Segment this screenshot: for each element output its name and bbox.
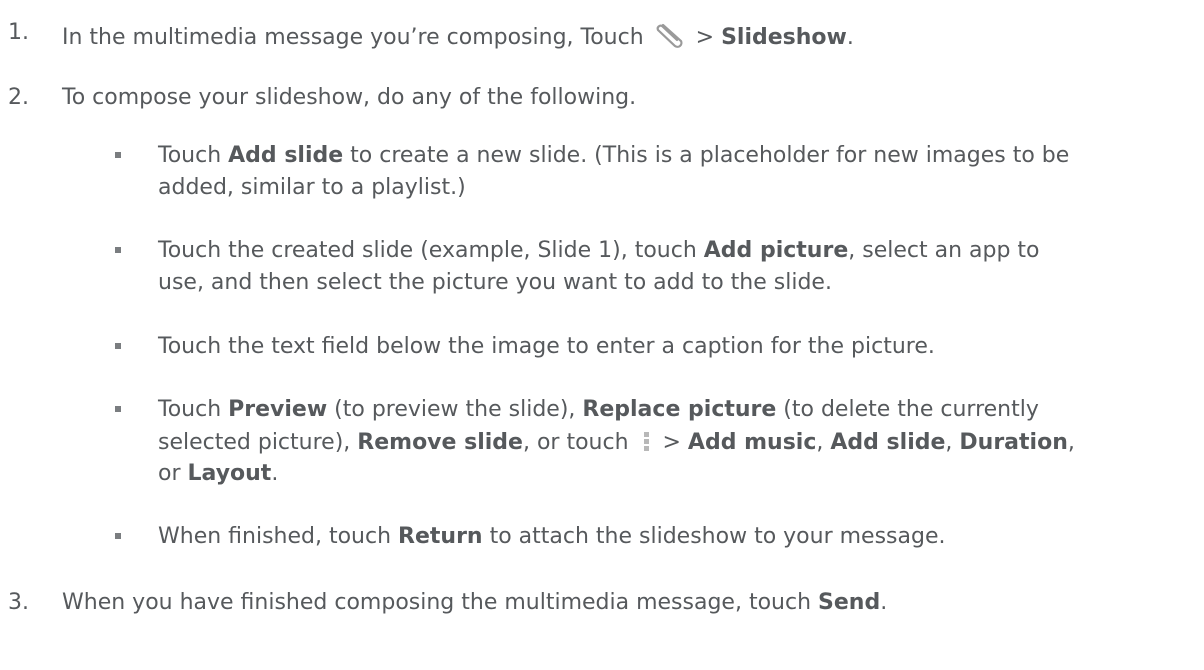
step-number: 3. — [8, 590, 29, 615]
bullet-text: selected picture), Remove slide, or touc… — [158, 431, 1075, 458]
bullet-text: Touch Add slide to create a new slide. (… — [158, 143, 1070, 168]
step-number: 1. — [8, 20, 29, 45]
bullet-marker — [115, 533, 121, 539]
step-text: To compose your slideshow, do any of the… — [62, 85, 637, 110]
bullet-text: or Layout. — [158, 461, 279, 486]
bullet-marker — [115, 406, 121, 412]
bullet-text: use, and then select the picture you wan… — [158, 270, 832, 295]
bullet-marker — [115, 343, 121, 349]
step-number: 2. — [8, 85, 29, 110]
bullet-text: When finished, touch Return to attach th… — [158, 524, 946, 549]
bullet-marker — [115, 152, 121, 158]
step-text: When you have finished composing the mul… — [62, 590, 888, 615]
bullet-text: added, similar to a playlist.) — [158, 175, 466, 200]
more-vertical-icon — [638, 431, 654, 458]
bullet-text: Touch the text field below the image to … — [158, 334, 935, 359]
paperclip-icon — [653, 22, 687, 53]
bullet-marker — [115, 247, 121, 253]
bullet-text: Touch Preview (to preview the slide), Re… — [158, 397, 1039, 422]
bullet-text: Touch the created slide (example, Slide … — [158, 238, 1040, 263]
step-text: In the multimedia message you’re composi… — [62, 22, 854, 53]
